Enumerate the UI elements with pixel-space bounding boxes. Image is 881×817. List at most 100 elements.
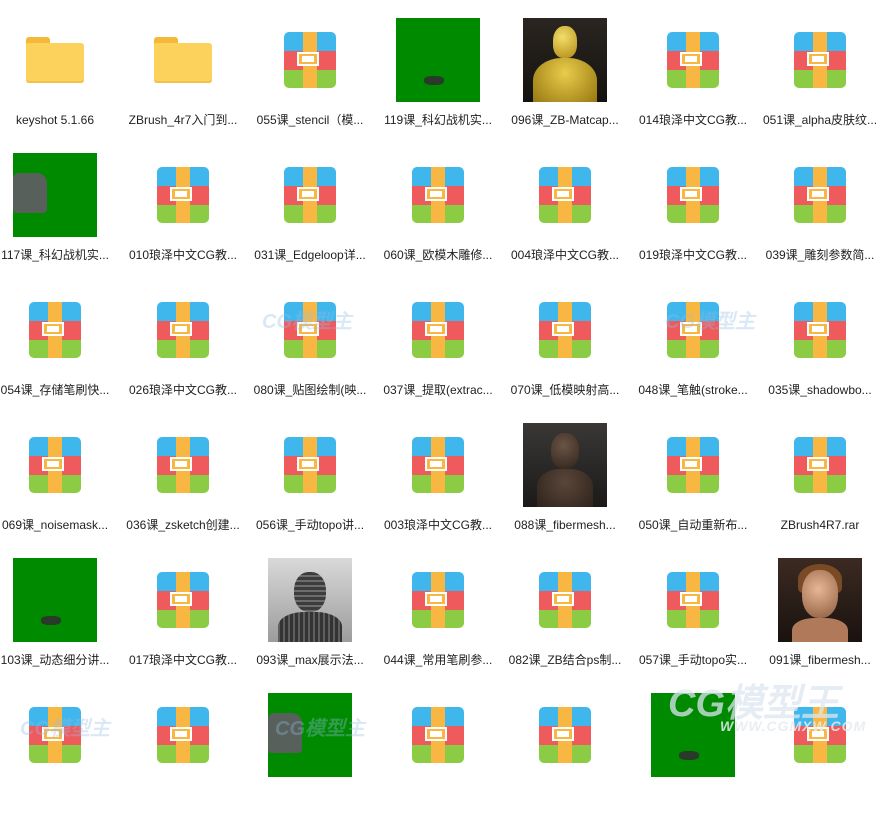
icon-wrap xyxy=(772,552,868,648)
file-item[interactable]: 044课_常用笔刷参... xyxy=(378,552,498,682)
file-item[interactable] xyxy=(250,687,370,817)
icon-wrap xyxy=(7,147,103,243)
file-name-label: 039课_雕刻参数简... xyxy=(765,248,875,262)
icon-wrap xyxy=(645,147,741,243)
file-name-label: 035课_shadowbo... xyxy=(768,383,872,397)
file-item[interactable]: 054课_存储笔刷快... xyxy=(0,282,115,412)
rar-archive-icon xyxy=(157,302,209,358)
icon-wrap xyxy=(390,417,486,513)
file-item[interactable]: 060课_欧模木雕修... xyxy=(378,147,498,277)
icon-wrap xyxy=(772,417,868,513)
file-name-label: 088课_fibermesh... xyxy=(514,518,616,532)
folder-item[interactable]: keyshot 5.1.66 xyxy=(0,12,115,142)
file-item[interactable]: 117课_科幻战机实... xyxy=(0,147,115,277)
icon-wrap xyxy=(645,12,741,108)
file-item[interactable]: 003琅泽中文CG教... xyxy=(378,417,498,547)
file-item[interactable]: 004琅泽中文CG教... xyxy=(505,147,625,277)
rar-archive-icon xyxy=(667,572,719,628)
file-item[interactable]: 026琅泽中文CG教... xyxy=(123,282,243,412)
file-item[interactable]: 119课_科幻战机实... xyxy=(378,12,498,142)
rar-archive-icon xyxy=(284,167,336,223)
rar-archive-icon xyxy=(539,167,591,223)
file-item[interactable]: 088课_fibermesh... xyxy=(505,417,625,547)
icon-wrap xyxy=(517,552,613,648)
file-item[interactable]: ZBrush4R7.rar xyxy=(760,417,880,547)
file-item[interactable] xyxy=(0,687,115,817)
file-item[interactable]: 010琅泽中文CG教... xyxy=(123,147,243,277)
file-name-label: 055课_stencil（模... xyxy=(256,113,364,127)
file-item[interactable]: 017琅泽中文CG教... xyxy=(123,552,243,682)
file-name-label: 048课_笔触(stroke... xyxy=(638,383,748,397)
file-item[interactable]: 091课_fibermesh... xyxy=(760,552,880,682)
icon-wrap xyxy=(262,12,358,108)
file-item[interactable] xyxy=(123,687,243,817)
file-name-label: 093课_max展示法... xyxy=(256,653,364,667)
icon-wrap xyxy=(390,552,486,648)
file-item[interactable]: 093课_max展示法... xyxy=(250,552,370,682)
file-item[interactable]: 048课_笔触(stroke... xyxy=(633,282,753,412)
file-item[interactable]: 103课_动态细分讲... xyxy=(0,552,115,682)
file-item[interactable]: 082课_ZB结合ps制... xyxy=(505,552,625,682)
file-item[interactable] xyxy=(760,687,880,817)
file-item[interactable]: 035课_shadowbo... xyxy=(760,282,880,412)
file-name-label: 056课_手动topo讲... xyxy=(255,518,365,532)
file-item[interactable]: 057课_手动topo实... xyxy=(633,552,753,682)
file-name-label: 057课_手动topo实... xyxy=(638,653,748,667)
file-item[interactable]: 031课_Edgeloop详... xyxy=(250,147,370,277)
file-item[interactable]: 050课_自动重新布... xyxy=(633,417,753,547)
file-name-label: 091课_fibermesh... xyxy=(769,653,871,667)
icon-wrap xyxy=(7,282,103,378)
file-item[interactable]: 096课_ZB-Matcap... xyxy=(505,12,625,142)
rar-archive-icon xyxy=(539,302,591,358)
file-name-label: 017琅泽中文CG教... xyxy=(128,653,238,667)
rar-archive-icon xyxy=(29,302,81,358)
icon-wrap xyxy=(390,687,486,783)
file-name-label: 051课_alpha皮肤纹... xyxy=(762,113,878,127)
icon-wrap xyxy=(7,12,103,108)
file-item[interactable] xyxy=(505,687,625,817)
icon-wrap xyxy=(135,147,231,243)
file-item[interactable]: 051课_alpha皮肤纹... xyxy=(760,12,880,142)
file-item[interactable]: 080课_贴图绘制(映... xyxy=(250,282,370,412)
icon-wrap xyxy=(645,282,741,378)
file-name-label: 036课_zsketch创建... xyxy=(126,518,240,532)
file-item[interactable]: 070课_低模映射高... xyxy=(505,282,625,412)
rar-archive-icon xyxy=(157,437,209,493)
icon-wrap xyxy=(390,12,486,108)
mesh-bust-thumbnail xyxy=(268,558,352,642)
file-item[interactable]: 036课_zsketch创建... xyxy=(123,417,243,547)
rar-archive-icon xyxy=(794,167,846,223)
icon-wrap xyxy=(772,147,868,243)
file-name-label: 031课_Edgeloop详... xyxy=(254,248,366,262)
file-name-label: 003琅泽中文CG教... xyxy=(383,518,493,532)
rar-archive-icon xyxy=(412,572,464,628)
file-item[interactable]: 019琅泽中文CG教... xyxy=(633,147,753,277)
icon-wrap xyxy=(7,417,103,513)
file-name-label: ZBrush_4r7入门到... xyxy=(128,113,238,127)
file-item[interactable] xyxy=(633,687,753,817)
file-item[interactable]: 056课_手动topo讲... xyxy=(250,417,370,547)
file-item[interactable]: 039课_雕刻参数简... xyxy=(760,147,880,277)
file-item[interactable]: 037课_提取(extrac... xyxy=(378,282,498,412)
file-item[interactable]: 014琅泽中文CG教... xyxy=(633,12,753,142)
gold-bust-thumbnail xyxy=(523,18,607,102)
rar-archive-icon xyxy=(284,302,336,358)
file-item[interactable]: 055课_stencil（模... xyxy=(250,12,370,142)
folder-item[interactable]: ZBrush_4r7入门到... xyxy=(123,12,243,142)
rar-archive-icon xyxy=(29,707,81,763)
file-name-label: 010琅泽中文CG教... xyxy=(128,248,238,262)
icon-wrap xyxy=(517,687,613,783)
file-name-label: 080课_贴图绘制(映... xyxy=(253,383,367,397)
file-name-label: 004琅泽中文CG教... xyxy=(510,248,620,262)
folder-icon xyxy=(154,37,212,83)
file-name-label: 117课_科幻战机实... xyxy=(1,248,109,262)
icon-wrap xyxy=(135,282,231,378)
icon-wrap xyxy=(645,687,741,783)
file-item[interactable] xyxy=(378,687,498,817)
file-item[interactable]: 069课_noisemask... xyxy=(0,417,115,547)
green-thumbnail xyxy=(651,693,735,777)
rar-archive-icon xyxy=(412,437,464,493)
icon-wrap xyxy=(262,687,358,783)
file-name-label: 119课_科幻战机实... xyxy=(384,113,492,127)
file-name-label: 014琅泽中文CG教... xyxy=(638,113,748,127)
